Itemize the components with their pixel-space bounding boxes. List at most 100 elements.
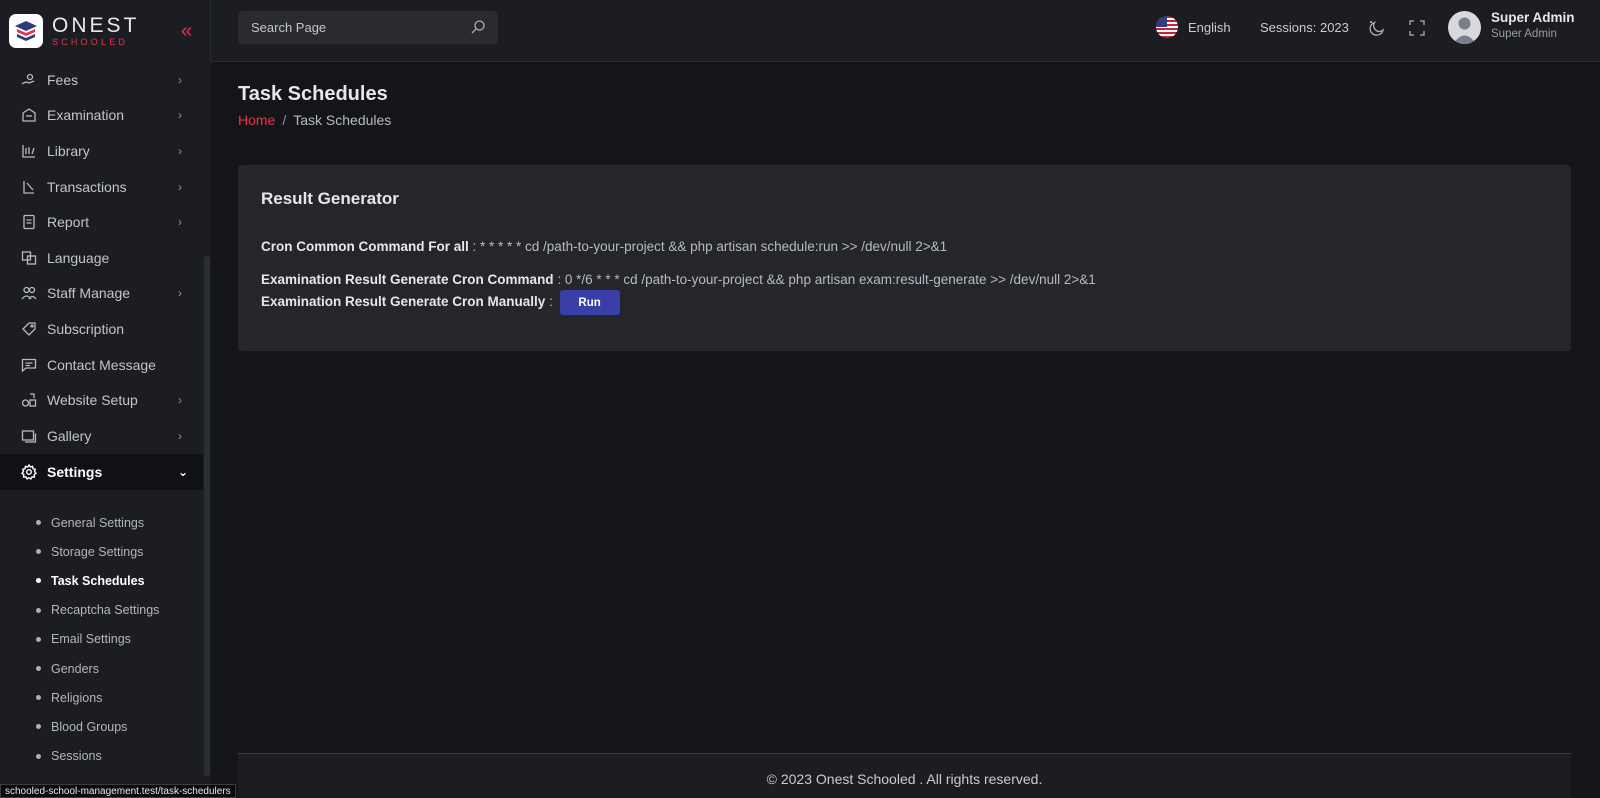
sidebar-item-library[interactable]: Library › — [0, 133, 203, 169]
main-content: Task Schedules Home / Task Schedules Resul… — [211, 62, 1600, 798]
chevron-down-icon: ⌄ — [178, 464, 189, 479]
chevron-right-icon: › — [178, 286, 182, 301]
sidebar-item-label: Subscription — [47, 320, 125, 337]
submenu-item-sessions[interactable]: Sessions — [0, 742, 203, 771]
sessions-selector[interactable]: Sessions: 2023 — [1260, 20, 1349, 35]
sidebar-item-label: Staff Manage — [47, 285, 131, 302]
bullet-icon — [36, 578, 41, 584]
sidebar: ONEST SCHOOLED « Fees › Examination › Li… — [0, 0, 211, 798]
sidebar-item-label: Report — [47, 214, 90, 231]
fullscreen-icon[interactable] — [1408, 19, 1426, 37]
brand-name: ONEST — [52, 14, 140, 37]
gallery-icon — [20, 427, 38, 445]
language-selector[interactable]: English — [1156, 16, 1231, 38]
sidebar-item-fees[interactable]: Fees › — [0, 62, 203, 98]
submenu-item-label: Email Settings — [51, 632, 131, 647]
fees-icon — [20, 71, 38, 89]
logo-icon — [9, 14, 43, 48]
cron-common-value: : * * * * * cd /path-to-your-project && … — [468, 239, 948, 254]
sidebar-item-report[interactable]: Report › — [0, 204, 203, 240]
sidebar-item-label: Contact Message — [47, 356, 156, 373]
bullet-icon — [36, 636, 41, 642]
user-role: Super Admin — [1491, 28, 1557, 40]
breadcrumb: Home / Task Schedules — [238, 112, 391, 128]
cron-common-command: Cron Common Command For all : * * * * * … — [261, 236, 1548, 257]
sidebar-item-label: Transactions — [47, 178, 127, 195]
language-icon — [20, 249, 38, 267]
chevron-right-icon: › — [178, 108, 182, 123]
submenu-item-recaptcha-settings[interactable]: Recaptcha Settings — [0, 596, 203, 625]
exam-manual-separator: : — [545, 294, 553, 310]
bullet-icon — [36, 607, 41, 613]
sidebar-item-label: Library — [47, 142, 90, 159]
breadcrumb-home-link[interactable]: Home — [238, 112, 275, 128]
sidebar-scrollbar-thumb[interactable] — [204, 256, 210, 776]
submenu-item-label: Task Schedules — [51, 573, 145, 588]
bullet-icon — [36, 666, 41, 672]
submenu-item-storage-settings[interactable]: Storage Settings — [0, 537, 203, 566]
submenu-item-general-settings[interactable]: General Settings — [0, 508, 203, 537]
sidebar-item-label: Website Setup — [47, 392, 138, 409]
card-title: Result Generator — [261, 189, 399, 208]
brand[interactable]: ONEST SCHOOLED « — [0, 0, 210, 62]
submenu-item-label: Blood Groups — [51, 719, 128, 734]
submenu-item-email-settings[interactable]: Email Settings — [0, 625, 203, 654]
sidebar-menu: Fees › Examination › Library › Transacti… — [0, 62, 203, 490]
submenu-item-label: Storage Settings — [51, 544, 144, 559]
collapse-sidebar-icon[interactable]: « — [181, 21, 199, 41]
exam-manual-label: Examination Result Generate Cron Manuall… — [261, 294, 546, 310]
chevron-right-icon: › — [178, 179, 182, 194]
exam-cron-value: : 0 */6 * * * cd /path-to-your-project &… — [553, 272, 1096, 287]
avatar[interactable] — [1448, 11, 1481, 44]
staff-icon — [20, 284, 38, 302]
chevron-right-icon: › — [178, 143, 182, 158]
report-icon — [20, 213, 38, 231]
sidebar-item-label: Gallery — [47, 427, 92, 444]
sidebar-item-staff-manage[interactable]: Staff Manage › — [0, 276, 203, 312]
submenu-item-genders[interactable]: Genders — [0, 654, 203, 683]
exam-cron-manual: Examination Result Generate Cron Manuall… — [261, 290, 1548, 315]
sidebar-item-label: Examination — [47, 107, 125, 124]
submenu-item-label: Religions — [51, 690, 103, 705]
submenu-item-label: General Settings — [51, 515, 145, 530]
status-bar-url: schooled-school-management.test/task-sch… — [0, 784, 236, 798]
breadcrumb-separator: / — [282, 112, 287, 128]
us-flag-icon — [1156, 16, 1178, 38]
search-input[interactable] — [238, 11, 453, 44]
dark-mode-icon[interactable] — [1368, 19, 1386, 37]
sidebar-item-examination[interactable]: Examination › — [0, 98, 203, 134]
sidebar-item-contact-message[interactable]: Contact Message — [0, 347, 203, 383]
user-menu[interactable]: Super Admin Super Admin — [1491, 10, 1575, 40]
submenu-item-label: Genders — [51, 661, 99, 676]
bullet-icon — [36, 520, 41, 526]
brand-text: ONEST SCHOOLED — [52, 15, 139, 47]
bullet-icon — [36, 724, 41, 730]
sidebar-item-language[interactable]: Language — [0, 240, 203, 276]
exam-cron-label: Examination Result Generate Cron Command — [261, 272, 554, 287]
tag-icon — [20, 320, 38, 338]
settings-submenu: General Settings Storage Settings Task S… — [0, 508, 203, 771]
user-name: Super Admin — [1491, 10, 1575, 25]
submenu-item-blood-groups[interactable]: Blood Groups — [0, 712, 203, 741]
bullet-icon — [36, 695, 41, 701]
submenu-item-task-schedules[interactable]: Task Schedules — [0, 566, 203, 595]
page-title: Task Schedules — [238, 83, 388, 105]
search-icon[interactable] — [470, 19, 486, 35]
sidebar-item-subscription[interactable]: Subscription — [0, 311, 203, 347]
footer: © 2023 Onest Schooled . All rights reser… — [238, 753, 1571, 798]
sidebar-item-website-setup[interactable]: Website Setup › — [0, 382, 203, 418]
sidebar-item-gallery[interactable]: Gallery › — [0, 418, 203, 454]
library-icon — [20, 142, 38, 160]
sidebar-item-transactions[interactable]: Transactions › — [0, 169, 203, 205]
brand-tagline: SCHOOLED — [52, 37, 129, 47]
submenu-item-religions[interactable]: Religions — [0, 683, 203, 712]
language-label: English — [1188, 19, 1231, 35]
sidebar-item-label: Fees — [47, 71, 79, 88]
transactions-icon — [20, 178, 38, 196]
gear-icon — [20, 463, 38, 481]
chevron-right-icon: › — [178, 428, 182, 443]
topbar: English Sessions: 2023 Super Admin Super… — [211, 0, 1600, 62]
sidebar-item-settings[interactable]: Settings ⌄ — [0, 453, 203, 490]
run-button[interactable]: Run — [559, 290, 620, 315]
chevron-right-icon: › — [178, 393, 182, 408]
